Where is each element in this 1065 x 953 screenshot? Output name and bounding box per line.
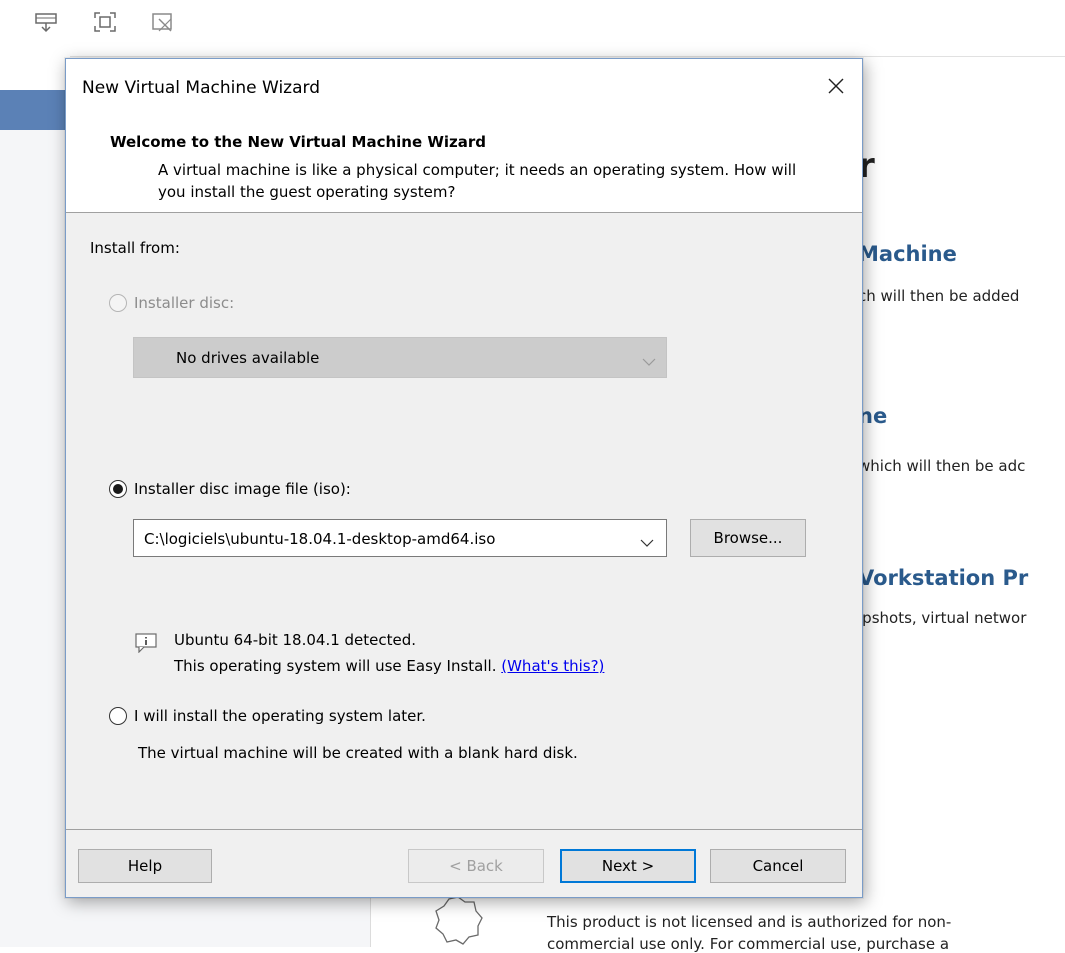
chevron-down-icon[interactable] <box>640 533 654 552</box>
new-vm-wizard-dialog: New Virtual Machine Wizard Welcome to th… <box>65 58 863 898</box>
iso-path-combobox[interactable]: C:\logiciels\ubuntu-18.04.1-desktop-amd6… <box>133 519 667 557</box>
browse-button[interactable]: Browse... <box>690 519 806 557</box>
back-button[interactable]: < Back <box>408 849 544 883</box>
installer-disc-label: Installer disc: <box>134 294 235 312</box>
iso-path-value[interactable]: C:\logiciels\ubuntu-18.04.1-desktop-amd6… <box>144 530 495 548</box>
wizard-header-subtitle: A virtual machine is like a physical com… <box>158 161 797 201</box>
disc-drive-value: No drives available <box>176 349 320 367</box>
dialog-title: New Virtual Machine Wizard <box>82 78 320 98</box>
license-badge-icon <box>432 895 484 951</box>
easy-install-message: This operating system will use Easy Inst… <box>174 657 497 675</box>
easy-install-text: This operating system will use Easy Inst… <box>174 657 604 675</box>
toolbar-divider <box>70 56 1065 57</box>
console-view-icon[interactable] <box>34 10 60 34</box>
unity-icon[interactable] <box>150 10 176 34</box>
wizard-header: Welcome to the New Virtual Machine Wizar… <box>66 119 862 213</box>
create-vm-title[interactable]: Machine <box>858 242 957 266</box>
wizard-header-title: Welcome to the New Virtual Machine Wizar… <box>110 133 487 151</box>
whats-this-link[interactable]: (What's this?) <box>501 657 604 675</box>
cancel-button[interactable]: Cancel <box>710 849 846 883</box>
info-icon <box>135 633 157 657</box>
install-later-description: The virtual machine will be created with… <box>138 744 578 762</box>
dialog-titlebar[interactable]: New Virtual Machine Wizard <box>66 59 862 119</box>
upgrade-title[interactable]: Vorkstation Pr <box>858 566 1028 590</box>
next-button[interactable]: Next > <box>560 849 696 883</box>
footer-divider <box>66 829 862 830</box>
upgrade-desc: ıpshots, virtual networ <box>858 609 1027 627</box>
app-toolbar <box>0 0 1065 56</box>
iso-file-label: Installer disc image file (iso): <box>134 480 351 498</box>
detected-os-text: Ubuntu 64-bit 18.04.1 detected. <box>174 631 417 649</box>
install-later-radio[interactable] <box>109 707 127 725</box>
license-text-line2: commercial use only. For commercial use,… <box>547 935 950 953</box>
iso-file-radio[interactable] <box>109 480 127 498</box>
create-vm-desc: ch will then be added <box>858 287 1020 305</box>
disc-drive-dropdown: No drives available <box>133 337 667 378</box>
open-vm-desc: which will then be adc <box>858 457 1026 475</box>
install-from-label: Install from: <box>90 239 180 257</box>
close-icon[interactable] <box>818 71 854 101</box>
fullscreen-icon[interactable] <box>92 10 118 34</box>
library-selected-item[interactable] <box>0 90 70 130</box>
installer-disc-radio[interactable] <box>109 294 127 312</box>
license-text-line1: This product is not licensed and is auth… <box>547 913 952 931</box>
install-later-label: I will install the operating system late… <box>134 707 426 725</box>
help-button[interactable]: Help <box>78 849 212 883</box>
chevron-down-icon <box>642 352 656 371</box>
